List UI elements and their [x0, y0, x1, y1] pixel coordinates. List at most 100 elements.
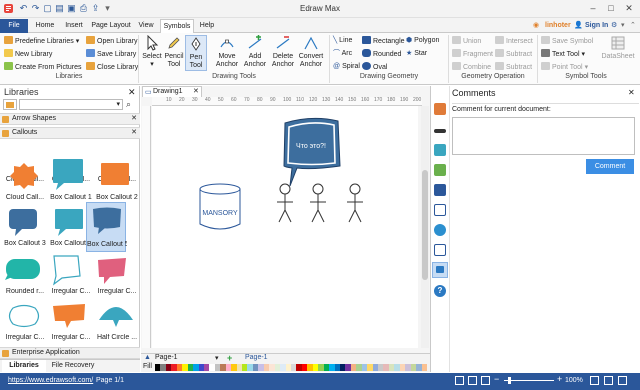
shape-half-circle-callout[interactable]: Half Circle ... [94, 298, 138, 344]
color-swatches[interactable] [155, 364, 427, 371]
category-arrow-shapes[interactable]: Arrow Shapes ✕ [0, 113, 140, 125]
add-anchor-button[interactable]: Add Anchor [242, 35, 268, 69]
tab-insert[interactable]: Insert [60, 19, 88, 33]
image-panel-icon[interactable] [434, 164, 446, 176]
close-category-icon[interactable]: ✕ [131, 114, 137, 124]
hyperlink-panel-icon[interactable] [434, 224, 446, 236]
new-library-button[interactable]: New Library [4, 49, 52, 59]
add-page-icon[interactable]: + [227, 353, 232, 363]
zoom-out-icon[interactable]: − [494, 374, 499, 384]
page-selector[interactable]: Page-1 [155, 354, 178, 361]
cylinder-shape[interactable] [199, 183, 241, 230]
rounded-tool-button[interactable]: Rounded [362, 49, 401, 59]
minimize-button[interactable]: – [584, 2, 602, 15]
shadow-panel-icon[interactable] [434, 144, 446, 156]
comment-button[interactable]: Comment [586, 159, 634, 174]
help-icon[interactable]: ? [434, 285, 446, 297]
tab-help[interactable]: Help [196, 19, 218, 33]
delete-anchor-button[interactable]: Delete Anchor [270, 35, 296, 69]
sign-in-link[interactable]: Sign In [585, 21, 608, 31]
intersect-button[interactable]: Intersect [495, 36, 533, 46]
oval-tool-button[interactable]: Oval [362, 62, 387, 72]
tab-libraries[interactable]: Libraries [2, 360, 46, 372]
shape-box-callout-3[interactable]: Box Callout 3 [2, 204, 46, 250]
scroll-thumb[interactable] [422, 170, 428, 280]
view-mode-icon[interactable] [455, 376, 464, 385]
collapse-ribbon-icon[interactable]: ⌃ [630, 21, 636, 31]
rectangle-tool-button[interactable]: Rectangle [362, 36, 405, 46]
fit-page-icon[interactable] [468, 376, 477, 385]
website-link[interactable]: https://www.edrawsoft.com/ [8, 377, 93, 384]
close-comments-icon[interactable]: ✕ [628, 88, 635, 97]
pen-tool-button[interactable]: Pen Tool [185, 35, 207, 71]
library-menu-button[interactable] [3, 99, 17, 110]
text-tool-button[interactable]: Text Tool ▾ [541, 49, 585, 59]
spiral-tool-button[interactable]: @ Spiral [333, 62, 360, 72]
line-tool-button[interactable]: ╲ Line [333, 36, 352, 46]
create-from-pictures-button[interactable]: Create From Pictures [4, 62, 82, 72]
convert-anchor-button[interactable]: Convert Anchor [297, 35, 325, 69]
pencil-tool-button[interactable]: Pencil Tool [164, 35, 184, 69]
presentation-icon[interactable] [604, 376, 613, 385]
line-panel-icon[interactable] [434, 129, 446, 133]
subtract-button[interactable]: Subtract [495, 49, 532, 59]
close-library-button[interactable]: Close Library [86, 62, 138, 72]
tab-home[interactable]: Home [32, 19, 58, 33]
subtract-reverse-button[interactable]: Subtract [495, 62, 532, 72]
zoom-slider-track[interactable] [504, 380, 554, 381]
shape-box-callout-2[interactable]: Box Callout 2 [94, 158, 138, 204]
polygon-tool-button[interactable]: ⬢ Polygon [406, 36, 439, 46]
zoom-level[interactable]: 100% [565, 377, 583, 384]
user-name[interactable]: linhoter [545, 21, 571, 31]
shape-box-callout-5[interactable]: Box Callout 5 [86, 202, 127, 252]
tab-view[interactable]: View [134, 19, 158, 33]
speech-callout-shape[interactable] [283, 117, 341, 187]
stick-figure-1[interactable] [277, 183, 293, 223]
stick-figure-2[interactable] [310, 183, 326, 223]
tab-file-recovery[interactable]: File Recovery [48, 360, 98, 372]
library-search-input[interactable]: ▾ [19, 99, 123, 110]
point-tool-button[interactable]: Point Tool ▾ [541, 62, 588, 72]
color-swatch[interactable] [421, 364, 427, 371]
search-icon[interactable]: ⌕ [126, 99, 131, 110]
open-library-button[interactable]: Open Library [86, 36, 137, 46]
arc-tool-button[interactable]: ⌒ Arc [333, 49, 352, 59]
fit-window-icon[interactable] [618, 376, 627, 385]
shape-irregular-callout-3[interactable]: Irregular C... [2, 298, 46, 344]
save-symbol-button[interactable]: Save Symbol [541, 36, 593, 46]
combine-button[interactable]: Combine [452, 62, 491, 72]
vertical-scrollbar[interactable] [421, 106, 429, 348]
tab-file[interactable]: File [0, 19, 28, 33]
category-enterprise-application[interactable]: Enterprise Application [0, 347, 140, 359]
star-tool-button[interactable]: ★ Star [406, 49, 427, 59]
layer-panel-icon[interactable] [434, 184, 446, 196]
fit-width-icon[interactable] [481, 376, 490, 385]
stick-figure-3[interactable] [347, 183, 363, 223]
shape-rounded-rectangle-callout[interactable]: Rounded r... [2, 252, 46, 298]
category-callouts[interactable]: Callouts ✕ [0, 127, 140, 139]
page-dropdown-icon[interactable]: ▾ [215, 354, 219, 362]
fill-panel-icon[interactable] [434, 103, 446, 115]
settings-icon[interactable]: ⚙ [611, 21, 617, 31]
drawing-page[interactable]: MANSORY Что это?! [152, 106, 418, 348]
zoom-in-icon[interactable]: + [557, 374, 562, 384]
tab-page-layout[interactable]: Page Layout [90, 19, 132, 33]
tab-symbols[interactable]: Symbols [160, 19, 194, 33]
fullscreen-icon[interactable] [590, 376, 599, 385]
attachment-panel-icon[interactable] [434, 244, 446, 256]
shape-cloud-callout-4[interactable]: Cloud Call... [2, 158, 46, 204]
select-tool-button[interactable]: Select ▾ [141, 35, 163, 69]
maximize-button[interactable]: □ [602, 2, 620, 15]
shape-irregular-callout-4[interactable]: Irregular C... [48, 298, 92, 344]
shape-irregular-callout-2[interactable]: Irregular C... [94, 252, 138, 298]
move-anchor-button[interactable]: Move Anchor [214, 35, 240, 69]
fragment-button[interactable]: Fragment [452, 49, 493, 59]
close-document-icon[interactable]: ✕ [193, 87, 199, 97]
document-tab[interactable]: ▭ Drawing1 ✕ [142, 86, 202, 97]
shape-box-callout-1[interactable]: Box Callout 1 [48, 158, 92, 204]
comments-panel-button[interactable] [432, 262, 448, 278]
close-category-icon[interactable]: ✕ [131, 128, 137, 138]
datasheet-button[interactable]: DataSheet [601, 35, 635, 61]
close-window-button[interactable]: ✕ [620, 2, 638, 15]
page-up-icon[interactable]: ▲ [144, 354, 151, 361]
